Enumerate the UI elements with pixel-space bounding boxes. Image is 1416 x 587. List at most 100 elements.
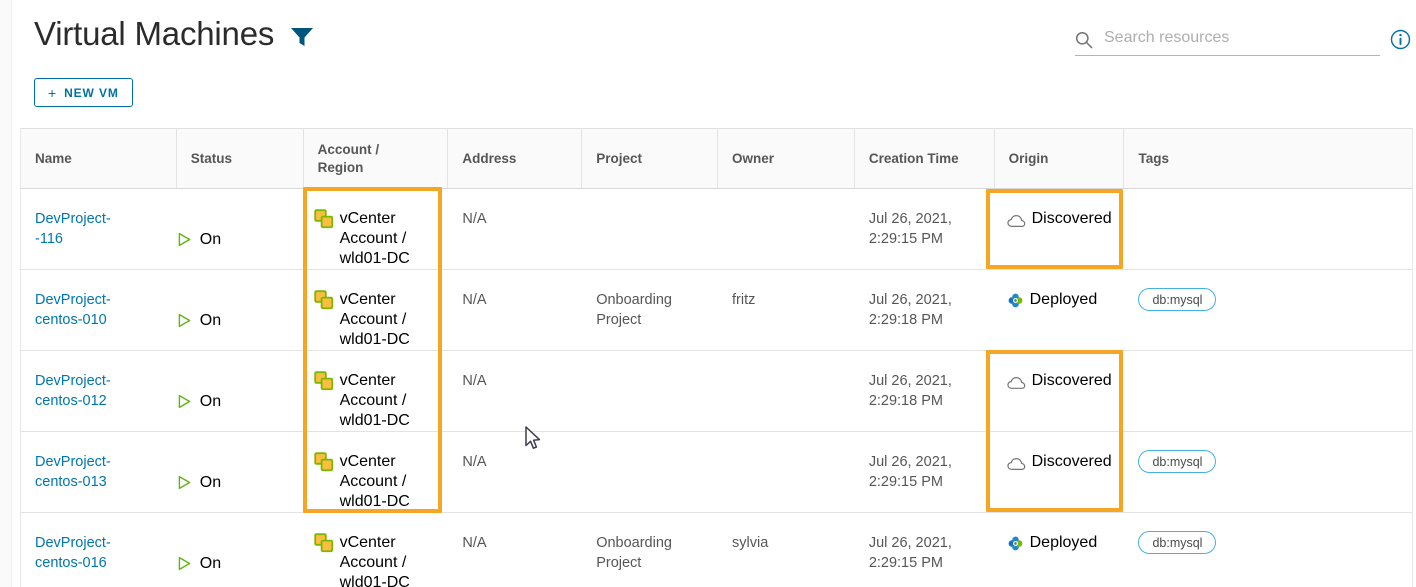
cell-name: DevProject-centos-012 [21,351,177,431]
cloud-icon [1006,457,1025,470]
title-row: Virtual Machines [34,14,314,54]
cell-name: DevProject-centos-013 [21,432,177,512]
tag-pill[interactable]: db:mysql [1138,450,1217,473]
column-header-owner[interactable]: Owner [718,129,855,188]
cell-origin: Discovered [995,351,1125,431]
info-icon[interactable] [1390,29,1411,50]
text-line: Jul 26, 2021, [868,535,952,551]
vm-name-link[interactable]: DevProject- -116 [35,209,169,249]
cell-status: On [177,351,304,431]
text-line: Jul 26, 2021, [868,292,952,308]
cell-creation-time: Jul 26, 2021, 2:29:15 PM [855,513,995,587]
vm-name-link[interactable]: DevProject-centos-012 [35,371,169,411]
text-line: DevProject- [35,535,111,551]
text-line: Jul 26, 2021, [868,211,952,227]
cell-owner [718,351,855,431]
vcenter-account-icon [313,209,333,229]
text-line: DevProject- [35,454,111,470]
column-header-status[interactable]: Status [177,129,304,188]
text-line: centos-010 [35,312,107,328]
text-line: wld01-DC [339,250,410,267]
status-label: On [199,230,222,248]
table-row[interactable]: DevProject-centos-013 On vCenter Account / w… [20,432,1413,513]
text-line: Account / [339,554,407,571]
text-line: Account / [339,230,407,247]
search-container[interactable] [1075,24,1380,56]
cell-origin: Discovered [995,432,1125,512]
column-header-address[interactable]: Address [448,129,583,188]
text-line: centos-016 [35,555,107,571]
cell-account-region: vCenter Account / wld01-DC [304,513,449,587]
origin-label: Discovered [1031,372,1112,389]
tag-pill[interactable]: db:mysql [1138,531,1217,554]
cell-creation-time: Jul 26, 2021, 2:29:18 PM [855,351,995,431]
play-icon [178,394,191,409]
text-line: wld01-DC [339,331,410,348]
plus-icon: + [48,84,58,101]
tag-pill[interactable]: db:mysql [1138,288,1217,311]
cloud-icon [1006,376,1025,389]
cell-project [582,189,718,269]
cell-tags [1124,351,1412,431]
text-line: vCenter [339,210,396,227]
text-line: DevProject- [35,373,111,389]
cell-address: N/A [462,454,487,470]
column-header-creation-time[interactable]: Creation Time [855,129,995,188]
vcenter-account-icon [313,452,333,472]
table-header-row: Name Status Account / Region Address Pro… [20,128,1413,189]
column-header-account-region[interactable]: Account / Region [304,129,449,188]
cell-creation-time: Jul 26, 2021, 2:29:15 PM [855,432,995,512]
cell-project: Onboarding Project [582,270,718,350]
origin-label: Deployed [1029,534,1098,551]
table-row[interactable]: DevProject- -116 On vCenter Account / wld01-D… [20,189,1413,270]
cell-account-region: vCenter Account / wld01-DC [304,432,449,512]
cell-owner [718,432,855,512]
vm-name-link[interactable]: DevProject-centos-016 [35,533,169,573]
origin-label: Deployed [1029,291,1098,308]
virtual-machines-table: Name Status Account / Region Address Pro… [20,128,1413,587]
virtual-machines-page: Virtual Machines + NEW VM Name Status [0,0,1416,587]
text-line: wld01-DC [339,493,410,510]
vcenter-account-icon [313,533,333,553]
table-row[interactable]: DevProject-centos-010 On vCenter Account / w… [20,270,1413,351]
cell-tags: db:mysql [1124,270,1412,350]
column-header-tags[interactable]: Tags [1124,129,1412,188]
cell-address: N/A [462,292,487,308]
cell-address: N/A [462,211,487,227]
cell-address: N/A [462,535,487,551]
mouse-cursor [525,426,541,449]
filter-icon[interactable] [290,26,314,48]
cell-name: DevProject-centos-016 [21,513,177,587]
column-header-project[interactable]: Project [582,129,719,188]
search-input[interactable] [1104,28,1380,51]
play-icon [178,232,191,247]
text-line: DevProject- [35,292,111,308]
cell-creation-time: Jul 26, 2021, 2:29:15 PM [855,189,995,269]
table-row[interactable]: DevProject-centos-016 On vCenter Account / w… [20,513,1413,587]
column-header-origin[interactable]: Origin [995,129,1125,188]
text-line: wld01-DC [339,574,410,587]
account-region-text: vCenter Account / wld01-DC [340,515,410,587]
account-region-text: vCenter Account / wld01-DC [340,434,410,512]
cell-status: On [177,513,304,587]
text-line: DevProject- [35,211,111,227]
cell-owner: sylvia [732,535,769,551]
cell-origin: Discovered [995,189,1125,269]
cell-creation-time: Jul 26, 2021, 2:29:18 PM [855,270,995,350]
vm-name-link[interactable]: DevProject-centos-010 [35,290,169,330]
new-vm-button[interactable]: + NEW VM [34,78,133,107]
text-line: -116 [35,231,63,247]
cloud-icon [1006,214,1025,227]
text-line: Project [596,555,642,571]
vm-name-link[interactable]: DevProject-centos-013 [35,452,169,492]
text-line: 2:29:15 PM [868,231,943,247]
status-label: On [199,473,222,491]
table-row[interactable]: DevProject-centos-012 On vCenter Account / w… [20,351,1413,432]
vcenter-account-icon [313,290,333,310]
cell-tags: db:mysql [1124,432,1412,512]
text-line: 2:29:18 PM [868,393,943,409]
column-header-name[interactable]: Name [21,129,177,188]
cell-status: On [177,270,304,350]
cell-project [582,351,718,431]
text-line: Onboarding [596,292,672,308]
